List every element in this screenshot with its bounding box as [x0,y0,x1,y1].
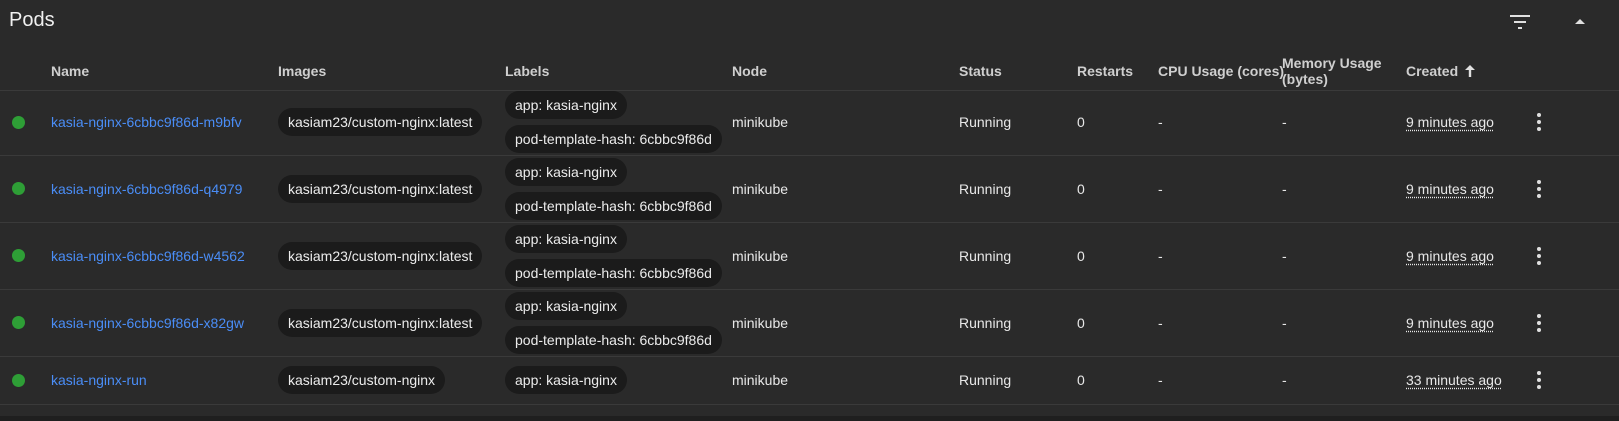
more-vert-icon[interactable] [1534,356,1544,404]
cpu-cell: - [1158,247,1163,264]
label-chip: pod-template-hash: 6cbbc9f86d [505,325,722,354]
more-vert-icon[interactable] [1534,155,1544,222]
label-chip: pod-template-hash: 6cbbc9f86d [505,125,722,153]
table-header: Name Images Labels Node Status Restarts … [0,52,1619,91]
cpu-cell: - [1158,114,1163,130]
arrow-upward-icon[interactable] [1464,65,1476,77]
created-cell[interactable]: 9 minutes ago [1406,114,1494,130]
pod-name-link[interactable]: kasia-nginx-run [51,372,147,388]
column-cpu: CPU Usage (cores) [1158,63,1285,79]
pod-name-link[interactable]: kasia-nginx-6cbbc9f86d-m9bfv [51,114,242,130]
image-chip: kasiam23/custom-nginx:latest [278,241,483,270]
column-node[interactable]: Node [732,52,767,90]
created-cell[interactable]: 9 minutes ago [1406,181,1494,197]
memory-cell: - [1282,114,1287,130]
label-chip: app: kasia-nginx [505,291,627,320]
label-chip: pod-template-hash: 6cbbc9f86d [505,258,722,287]
more-vert-icon[interactable] [1534,89,1544,155]
table-row: kasia-nginx-6cbbc9f86d-x82gw kasiam23/cu… [0,289,1619,357]
cpu-cell: - [1158,372,1163,388]
restarts-cell: 0 [1077,372,1085,388]
label-chip: app: kasia-nginx [505,91,627,119]
restarts-cell: 0 [1077,180,1085,197]
column-created-label: Created [1406,63,1459,79]
created-cell[interactable]: 9 minutes ago [1406,315,1494,331]
restarts-cell: 0 [1077,314,1085,331]
table-row: kasia-nginx-6cbbc9f86d-w4562 kasiam23/cu… [0,222,1619,290]
column-status[interactable]: Status [959,52,1002,90]
memory-cell: - [1282,314,1287,331]
image-chip: kasiam23/custom-nginx:latest [278,308,483,337]
status-indicator [12,155,25,222]
more-vert-icon[interactable] [1534,289,1544,356]
status-cell: Running [959,114,1012,130]
label-chip: app: kasia-nginx [505,366,627,394]
labels-cell: app: kasia-nginx [505,356,627,404]
node-cell: minikube [732,180,789,197]
pod-name-link[interactable]: kasia-nginx-6cbbc9f86d-w4562 [51,248,245,264]
created-cell[interactable]: 33 minutes ago [1406,372,1502,388]
node-cell: minikube [732,314,789,331]
table-row: kasia-nginx-run kasiam23/custom-nginx ap… [0,356,1619,405]
table-row: kasia-nginx-6cbbc9f86d-m9bfv kasiam23/cu… [0,89,1619,156]
column-created[interactable]: Created [1406,52,1476,90]
restarts-cell: 0 [1077,114,1085,130]
created-cell[interactable]: 9 minutes ago [1406,248,1494,264]
column-memory-line2: (bytes) [1282,71,1328,87]
labels-cell: app: kasia-nginx pod-template-hash: 6cbbc… [505,155,722,222]
status-cell: Running [959,314,1012,331]
table-row: kasia-nginx-6cbbc9f86d-q4979 kasiam23/cu… [0,155,1619,223]
status-cell: Running [959,372,1012,388]
node-cell: minikube [732,372,789,388]
pods-header: Pods [0,0,1619,44]
node-cell: minikube [732,114,789,130]
status-indicator [12,222,25,289]
labels-cell: app: kasia-nginx pod-template-hash: 6cbbc… [505,89,722,155]
pods-card: Pods Name Images Labels Node Status Rest… [0,0,1619,416]
memory-cell: - [1282,247,1287,264]
pod-name-link[interactable]: kasia-nginx-6cbbc9f86d-x82gw [51,315,244,331]
node-cell: minikube [732,247,789,264]
column-memory: Memory Usage (bytes) [1282,52,1382,90]
labels-cell: app: kasia-nginx pod-template-hash: 6cbbc… [505,222,722,289]
column-labels: Labels [505,63,550,79]
labels-cell: app: kasia-nginx pod-template-hash: 6cbbc… [505,289,722,356]
image-chip: kasiam23/custom-nginx:latest [278,108,483,136]
running-status-icon [12,316,25,329]
page-title: Pods [9,9,55,31]
column-restarts: Restarts [1077,63,1134,79]
column-memory-line1: Memory Usage [1282,55,1382,71]
status-indicator [12,89,25,155]
label-chip: app: kasia-nginx [505,224,627,253]
column-name[interactable]: Name [51,52,89,90]
status-indicator [12,289,25,356]
arrow-drop-up-icon[interactable] [1566,8,1594,36]
memory-cell: - [1282,180,1287,197]
label-chip: app: kasia-nginx [505,157,627,186]
label-chip: pod-template-hash: 6cbbc9f86d [505,191,722,220]
running-status-icon [12,373,25,387]
status-indicator [12,356,25,404]
image-chip: kasiam23/custom-nginx [278,366,446,394]
status-cell: Running [959,180,1012,197]
image-chip: kasiam23/custom-nginx:latest [278,174,483,203]
filter-list-icon[interactable] [1506,8,1534,36]
status-cell: Running [959,247,1012,264]
cpu-cell: - [1158,180,1163,197]
running-status-icon [12,115,25,129]
memory-cell: - [1282,372,1287,388]
running-status-icon [12,249,25,262]
cpu-cell: - [1158,314,1163,331]
running-status-icon [12,182,25,195]
pod-name-link[interactable]: kasia-nginx-6cbbc9f86d-q4979 [51,181,242,197]
more-vert-icon[interactable] [1534,222,1544,289]
restarts-cell: 0 [1077,247,1085,264]
column-images: Images [278,63,327,79]
